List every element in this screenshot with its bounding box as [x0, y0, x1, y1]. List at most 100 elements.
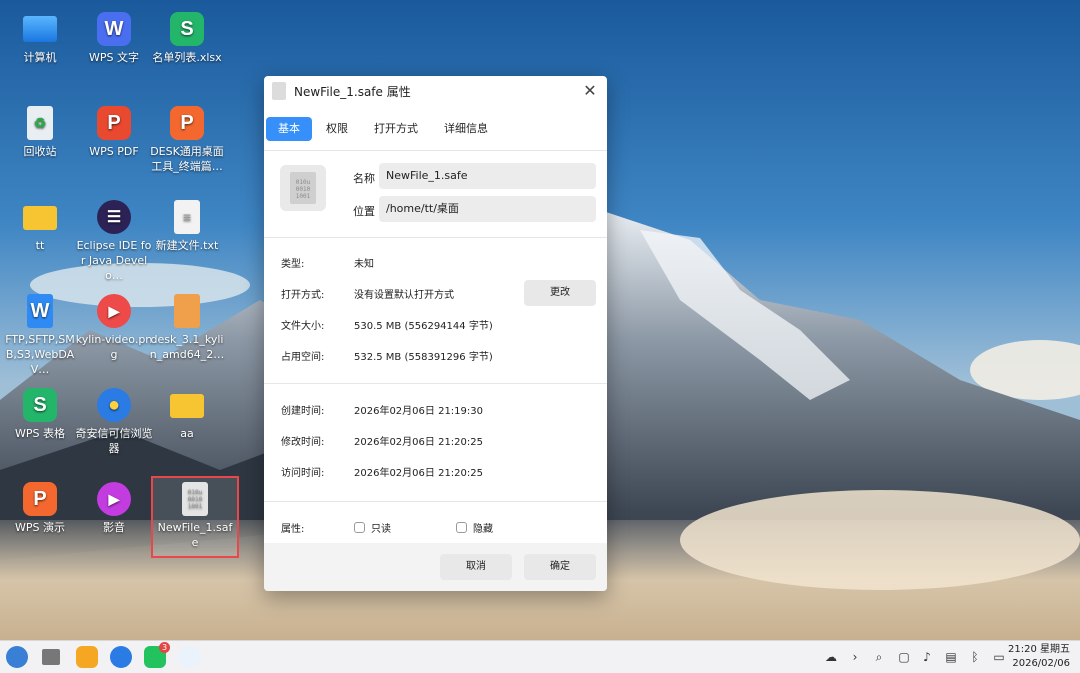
desktop-icon-label: Eclipse IDE for Java Develo…: [76, 239, 152, 282]
open-with-row: 打开方式: 没有设置默认打开方式 更改: [264, 278, 607, 309]
dialog-footer: 取消 确定: [264, 543, 607, 591]
wps-presentation-icon: P: [23, 482, 57, 516]
binary-file-icon: 010u 0010 1001: [182, 482, 208, 516]
desktop-icon-label: FTP,SFTP,SMB,S3,WebDAV…: [5, 333, 75, 376]
desktop-icon-media-player[interactable]: ▶ 影音: [75, 482, 153, 535]
close-icon[interactable]: ✕: [581, 82, 599, 100]
modified-time-label: 修改时间:: [281, 437, 325, 448]
wps-pdf-icon: P: [97, 106, 131, 140]
tab-permissions[interactable]: 权限: [314, 117, 360, 141]
desktop-icon-deb-package[interactable]: desk_3.1_kylin_amd64_2…: [148, 294, 226, 362]
trash-icon: ♻: [27, 106, 53, 140]
desktop-icon-label: 影音: [103, 521, 125, 534]
open-with-value: 没有设置默认打开方式: [354, 290, 454, 301]
desktop-icon-label: WPS 表格: [15, 427, 65, 440]
file-size-value: 530.5 MB (556294144 字节): [354, 321, 493, 332]
package-icon: [174, 294, 200, 328]
search-icon[interactable]: ⌕: [872, 650, 886, 664]
location-field[interactable]: /home/tt/桌面: [379, 196, 596, 222]
created-time-label: 创建时间:: [281, 406, 325, 417]
dialog-tabs: 基本 权限 打开方式 详细信息: [264, 106, 607, 150]
desktop-icon-eclipse[interactable]: ☰ Eclipse IDE for Java Develo…: [75, 200, 153, 283]
open-with-label: 打开方式:: [281, 290, 325, 301]
desktop-icon-label: 奇安信可信浏览器: [75, 427, 153, 455]
created-time-row: 创建时间: 2026年02月06日 21:19:30: [264, 394, 607, 425]
cloud-icon[interactable]: ☁: [824, 650, 838, 664]
desktop-icon-kylin-video[interactable]: ▶ kylin-video.png: [75, 294, 153, 362]
desktop-icon-label: WPS PDF: [89, 145, 139, 158]
large-file-icon: 010u 0010 1001: [280, 165, 326, 211]
readonly-label: 只读: [371, 524, 391, 535]
system-clock[interactable]: 21:20 星期五 2026/02/06: [1008, 643, 1070, 671]
name-field[interactable]: NewFile_1.safe: [379, 163, 596, 189]
file-manager-icon[interactable]: [76, 646, 98, 668]
volume-icon[interactable]: ♪: [920, 650, 934, 664]
eclipse-icon: ☰: [97, 200, 131, 234]
start-menu-icon[interactable]: [6, 646, 28, 668]
desktop-icon-label: 计算机: [23, 51, 57, 64]
presentation-file-icon: P: [170, 106, 204, 140]
desktop-icon-wps-writer[interactable]: W WPS 文字: [75, 12, 153, 65]
desktop-icon-wps-sheets[interactable]: S WPS 表格: [1, 388, 79, 441]
desktop-icon-ftp-file[interactable]: W FTP,SFTP,SMB,S3,WebDAV…: [1, 294, 79, 377]
tab-open-with[interactable]: 打开方式: [362, 117, 430, 141]
accessed-time-label: 访问时间:: [281, 468, 325, 479]
desktop-icon-label: WPS 文字: [89, 51, 139, 64]
desktop-icon-desk-tool[interactable]: P DESK通用桌面工具_终端篇…: [148, 106, 226, 174]
accessed-time-value: 2026年02月06日 21:20:25: [354, 468, 483, 479]
desktop-icon-txt-file[interactable]: ≡ 新建文件.txt: [148, 200, 226, 253]
video-player-icon: ▶: [97, 294, 131, 328]
keyboard-icon[interactable]: ▤: [944, 650, 958, 664]
type-row: 类型: 未知: [264, 247, 607, 278]
accessed-time-row: 访问时间: 2026年02月06日 21:20:25: [264, 456, 607, 487]
ok-button[interactable]: 确定: [524, 554, 596, 580]
voice-assistant-icon[interactable]: [178, 646, 200, 668]
desktop-icon-folder-tt[interactable]: tt: [1, 200, 79, 253]
desktop-icon-label: aa: [180, 427, 194, 440]
desktop-icon-folder-aa[interactable]: aa: [148, 388, 226, 441]
desktop-icon-label: desk_3.1_kylin_amd64_2…: [149, 333, 225, 361]
desktop-icon-xlsx-file[interactable]: S 名单列表.xlsx: [148, 12, 226, 65]
desktop-icon-wps-pdf[interactable]: P WPS PDF: [75, 106, 153, 159]
messaging-app-icon[interactable]: 3: [144, 642, 170, 668]
desktop-icon-label: kylin-video.png: [75, 333, 153, 361]
desktop-icon-computer[interactable]: 计算机: [1, 12, 79, 65]
location-label: 位置: [353, 205, 375, 218]
clock-time: 21:20 星期五: [1008, 644, 1070, 655]
change-open-with-button[interactable]: 更改: [524, 280, 596, 306]
tab-details[interactable]: 详细信息: [432, 117, 500, 141]
file-size-row: 文件大小: 530.5 MB (556294144 字节): [264, 309, 607, 340]
file-size-label: 文件大小:: [281, 321, 325, 332]
modified-time-row: 修改时间: 2026年02月06日 21:20:25: [264, 425, 607, 456]
document-file-icon: W: [27, 294, 53, 328]
binary-file-icon: 010u 0010 1001: [290, 172, 316, 204]
name-label: 名称: [353, 172, 375, 185]
type-label: 类型:: [281, 259, 305, 270]
desktop-icon-newfile-safe[interactable]: 010u 0010 1001 NewFile_1.safe: [156, 482, 234, 550]
wps-writer-icon: W: [97, 12, 131, 46]
hidden-checkbox[interactable]: 隐藏: [456, 520, 493, 535]
checkbox-box[interactable]: [354, 522, 365, 533]
readonly-checkbox[interactable]: 只读: [354, 520, 391, 535]
file-identity-section: 010u 0010 1001 名称 NewFile_1.safe 位置 /hom…: [264, 151, 607, 237]
taskbar: 3 ☁ › ⌕ ▢ ♪ ▤ ᛒ ▭ 21:20 星期五 2026/02/06: [0, 640, 1080, 673]
bluetooth-icon[interactable]: ᛒ: [968, 650, 982, 664]
desktop-icon-label: NewFile_1.safe: [157, 521, 233, 549]
attributes-label: 属性:: [281, 524, 305, 535]
dialog-titlebar[interactable]: NewFile_1.safe 属性: [264, 76, 607, 106]
browser-icon[interactable]: [110, 646, 132, 668]
folder-icon: [23, 206, 57, 230]
desktop-icon-qianxin-browser[interactable]: ● 奇安信可信浏览器: [75, 388, 153, 456]
multitask-view-icon[interactable]: [42, 649, 60, 665]
desktop-icon-wps-presentation[interactable]: P WPS 演示: [1, 482, 79, 535]
desktop-icon-label: 新建文件.txt: [155, 239, 219, 252]
notification-icon[interactable]: ▭: [992, 650, 1006, 664]
chevron-right-icon[interactable]: ›: [848, 650, 862, 664]
clock-date: 2026/02/06: [1012, 658, 1070, 669]
checkbox-box[interactable]: [456, 522, 467, 533]
notification-badge: 3: [159, 642, 170, 653]
screenshot-icon[interactable]: ▢: [897, 650, 911, 664]
cancel-button[interactable]: 取消: [440, 554, 512, 580]
desktop-icon-trash[interactable]: ♻ 回收站: [1, 106, 79, 159]
tab-basic[interactable]: 基本: [266, 117, 312, 141]
